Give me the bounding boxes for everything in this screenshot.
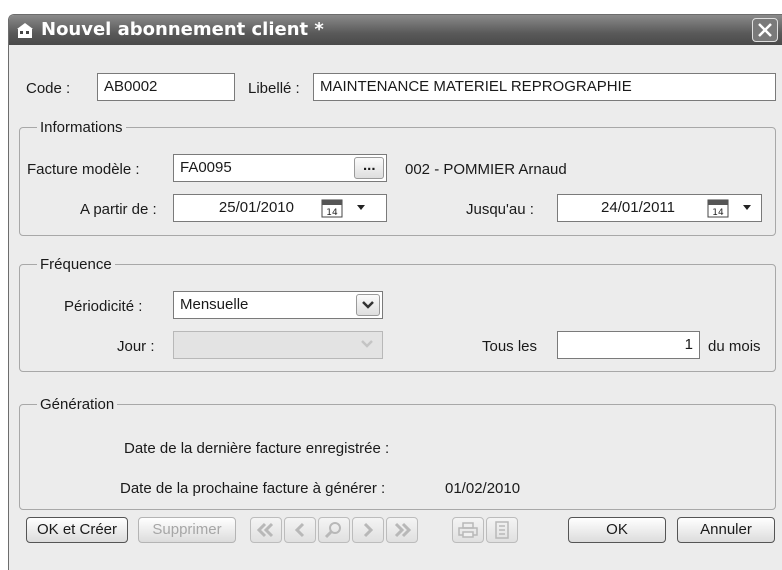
apartir-label: A partir de : xyxy=(80,201,157,218)
chevron-down-icon xyxy=(361,340,373,348)
libelle-label: Libellé : xyxy=(248,80,300,97)
preview-button[interactable] xyxy=(486,517,518,543)
jusquau-date-field[interactable]: 24/01/2011 xyxy=(557,194,762,222)
close-button[interactable] xyxy=(752,18,778,42)
first-record-button[interactable] xyxy=(250,517,282,543)
frequence-title: Fréquence xyxy=(37,256,115,273)
jour-label: Jour : xyxy=(117,338,155,355)
window-title: Nouvel abonnement client * xyxy=(41,19,324,40)
generation-title: Génération xyxy=(37,396,118,413)
dropdown-arrow-icon[interactable] xyxy=(355,204,367,212)
ok-button[interactable]: OK xyxy=(568,517,666,543)
printer-icon xyxy=(458,522,478,538)
informations-title: Informations xyxy=(37,119,126,136)
code-field[interactable]: AB0002 xyxy=(97,73,235,101)
chevron-left-icon xyxy=(294,522,305,538)
tous-les-label: Tous les xyxy=(482,338,538,355)
libelle-field[interactable]: MAINTENANCE MATERIEL REPROGRAPHIE xyxy=(313,73,776,101)
client-name: 002 - POMMIER Arnaud xyxy=(405,161,567,178)
periodicite-dropdown-button[interactable] xyxy=(356,294,380,316)
periodicite-label: Périodicité : xyxy=(64,298,143,315)
du-mois-label: du mois xyxy=(708,338,761,355)
jusquau-label: Jusqu'au : xyxy=(466,201,534,218)
supprimer-button[interactable]: Supprimer xyxy=(138,517,236,543)
code-label: Code : xyxy=(26,80,71,97)
title-bar: Nouvel abonnement client * xyxy=(9,15,782,45)
calendar-icon[interactable]: 14 xyxy=(321,198,343,218)
app-icon xyxy=(17,23,33,38)
calendar-day: 14 xyxy=(712,208,724,218)
double-chevron-left-icon xyxy=(256,522,274,538)
periodicite-select[interactable]: Mensuelle xyxy=(173,291,383,319)
browse-label: ... xyxy=(363,157,376,174)
print-button[interactable] xyxy=(452,517,484,543)
dropdown-arrow-icon[interactable] xyxy=(741,204,753,212)
facture-modele-label: Facture modèle : xyxy=(27,161,140,178)
search-icon xyxy=(324,522,341,539)
search-record-button[interactable] xyxy=(318,517,350,543)
prochaine-facture-value: 01/02/2010 xyxy=(445,480,521,497)
document-icon xyxy=(495,521,509,539)
calendar-icon[interactable]: 14 xyxy=(707,198,729,218)
next-record-button[interactable] xyxy=(352,517,384,543)
prochaine-facture-label: Date de la prochaine facture à générer : xyxy=(120,480,386,497)
derniere-facture-label: Date de la dernière facture enregistrée … xyxy=(124,440,390,457)
tous-les-field[interactable]: 1 xyxy=(557,331,700,359)
annuler-button[interactable]: Annuler xyxy=(677,517,775,543)
double-chevron-right-icon xyxy=(394,522,412,538)
calendar-day: 14 xyxy=(326,208,338,218)
ok-creer-button[interactable]: OK et Créer xyxy=(26,517,128,543)
jour-select[interactable] xyxy=(173,331,383,359)
previous-record-button[interactable] xyxy=(284,517,316,543)
last-record-button[interactable] xyxy=(386,517,418,543)
close-icon xyxy=(758,23,772,37)
browse-button[interactable]: ... xyxy=(354,157,384,179)
chevron-down-icon xyxy=(362,301,374,309)
chevron-right-icon xyxy=(363,522,374,538)
